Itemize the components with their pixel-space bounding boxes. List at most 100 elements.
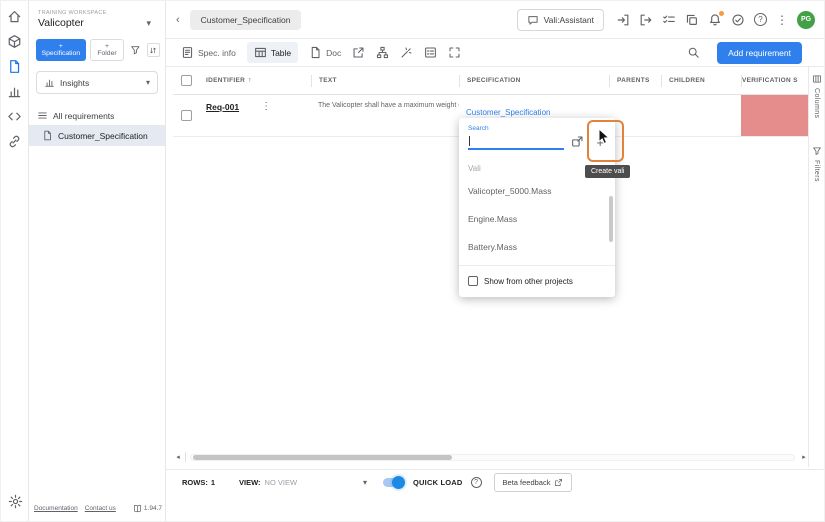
status-bar: ROWS: 1 VIEW: NO VIEW ▾ QUICK LOAD ? Bet… bbox=[166, 469, 824, 494]
create-vali-tooltip: Create vali bbox=[585, 165, 630, 178]
view-label: VIEW: bbox=[239, 478, 261, 487]
import-icon[interactable] bbox=[616, 13, 630, 27]
search-label: Search bbox=[468, 125, 606, 132]
add-specification-button[interactable]: + Specification bbox=[36, 39, 86, 61]
all-requirements-item[interactable]: All requirements bbox=[29, 106, 165, 125]
help-question-glyph: ? bbox=[758, 16, 762, 24]
show-other-projects-checkbox[interactable] bbox=[468, 276, 478, 286]
quick-load-help-icon[interactable]: ? bbox=[471, 477, 482, 488]
hierarchy-icon[interactable] bbox=[376, 46, 389, 59]
all-requirements-label: All requirements bbox=[53, 111, 114, 121]
topbar: ‹ Customer_Specification Vali:Assistant … bbox=[166, 1, 824, 39]
tab-customer-specification[interactable]: Customer_Specification bbox=[190, 10, 302, 30]
add-requirement-button[interactable]: Add requirement bbox=[717, 42, 802, 64]
spec-info-tab[interactable]: Spec. info bbox=[181, 46, 236, 59]
notifications-bell-icon[interactable] bbox=[708, 13, 722, 27]
vali-search-input[interactable] bbox=[468, 135, 564, 150]
workspace-modules-icon[interactable] bbox=[7, 34, 22, 49]
workspace-label: TRAINING WORKSPACE bbox=[38, 10, 157, 16]
workspace-chevron-icon[interactable]: ▾ bbox=[146, 18, 151, 29]
vali-option[interactable]: Engine.Mass bbox=[459, 205, 615, 233]
requirements-module-icon[interactable] bbox=[7, 59, 22, 74]
vali-option[interactable]: Valicopter_5000.Mass bbox=[459, 177, 615, 205]
table-header-row: IDENTIFIER ↑ TEXT SPECIFICATION PARENTS … bbox=[173, 67, 809, 95]
quick-load-toggle[interactable] bbox=[383, 478, 404, 487]
sort-asc-icon: ↑ bbox=[248, 77, 252, 84]
filters-panel-toggle[interactable]: Filters bbox=[812, 146, 822, 182]
assistant-label: Vali:Assistant bbox=[544, 15, 594, 25]
parents-cell[interactable] bbox=[609, 95, 661, 136]
vali-assistant-button[interactable]: Vali:Assistant bbox=[517, 9, 604, 31]
show-other-projects-row[interactable]: Show from other projects bbox=[459, 266, 615, 296]
quick-load-question-glyph: ? bbox=[474, 479, 478, 486]
vali-option[interactable]: Battery.Mass bbox=[459, 233, 615, 261]
table-view-tab[interactable]: Table bbox=[247, 42, 298, 63]
view-selector[interactable]: VIEW: NO VIEW ▾ bbox=[239, 478, 367, 487]
documentation-link[interactable]: Documentation bbox=[34, 505, 78, 512]
spec-tree-item[interactable]: Customer_Specification bbox=[29, 125, 165, 146]
doc-view-tab[interactable]: Doc bbox=[309, 46, 341, 59]
help-icon[interactable]: ? bbox=[754, 13, 767, 26]
row-checkbox[interactable] bbox=[181, 110, 192, 121]
doc-icon bbox=[309, 46, 322, 59]
insert-vali-icon[interactable] bbox=[571, 135, 584, 148]
sort-icon[interactable] bbox=[147, 43, 160, 57]
copy-items-icon[interactable] bbox=[685, 13, 699, 27]
app-root: TRAINING WORKSPACE Valicopter ▾ + Specif… bbox=[0, 0, 825, 522]
insights-chart-icon bbox=[44, 77, 55, 88]
beta-feedback-button[interactable]: Beta feedback bbox=[494, 473, 573, 492]
right-rail: Columns Filters bbox=[808, 67, 824, 467]
quick-load-label: QUICK LOAD bbox=[413, 478, 463, 487]
insights-panel-toggle[interactable]: Insights ▾ bbox=[36, 71, 158, 94]
settings-gear-icon[interactable] bbox=[8, 494, 23, 509]
version-info: 1.94.7 bbox=[133, 504, 162, 513]
verification-status-cell[interactable] bbox=[741, 95, 809, 136]
contact-link[interactable]: Contact us bbox=[85, 505, 116, 512]
export-view-icon[interactable] bbox=[352, 46, 365, 59]
user-avatar[interactable]: PG bbox=[797, 11, 815, 29]
column-header-text[interactable]: TEXT bbox=[311, 75, 459, 87]
requirement-text-cell[interactable]: The Valicopter shall have a maximum weig… bbox=[318, 102, 459, 109]
assistant-chat-icon bbox=[527, 14, 539, 26]
analytics-icon[interactable] bbox=[7, 84, 22, 99]
scripting-icon[interactable] bbox=[7, 109, 22, 124]
scroll-left-icon[interactable]: ◂ bbox=[173, 452, 183, 462]
filter-funnel-icon[interactable] bbox=[130, 44, 141, 56]
column-header-identifier[interactable]: IDENTIFIER ↑ bbox=[199, 75, 311, 87]
filters-label: Filters bbox=[813, 160, 820, 182]
columns-panel-toggle[interactable]: Columns bbox=[812, 74, 822, 118]
column-header-parents[interactable]: PARENTS bbox=[609, 75, 661, 87]
column-header-children[interactable]: CHILDREN bbox=[661, 75, 741, 87]
fullscreen-icon[interactable] bbox=[448, 46, 461, 59]
rows-value: 1 bbox=[211, 478, 215, 487]
add-folder-button[interactable]: + Folder bbox=[90, 39, 124, 61]
task-list-icon[interactable] bbox=[662, 13, 676, 27]
notification-badge bbox=[719, 11, 724, 16]
topbar-actions: Vali:Assistant ? ⋮ PG bbox=[517, 9, 815, 31]
collapse-sidebar-icon[interactable]: ‹ bbox=[174, 14, 182, 26]
more-menu-icon[interactable]: ⋮ bbox=[776, 13, 788, 27]
popup-scrollbar-thumb[interactable] bbox=[609, 196, 613, 242]
columns-label: Columns bbox=[813, 88, 820, 118]
children-cell[interactable] bbox=[661, 95, 741, 136]
form-view-icon[interactable] bbox=[424, 46, 437, 59]
specification-link[interactable]: Customer_Specification bbox=[466, 108, 550, 117]
export-icon[interactable] bbox=[639, 13, 653, 27]
connections-icon[interactable] bbox=[7, 134, 22, 149]
rows-label: ROWS: bbox=[182, 478, 208, 487]
select-all-checkbox[interactable] bbox=[181, 75, 192, 86]
columns-icon bbox=[812, 74, 822, 84]
sidebar-footer: Documentation Contact us 1.94.7 bbox=[34, 504, 162, 513]
magic-wand-icon[interactable] bbox=[400, 46, 413, 59]
requirement-link[interactable]: Req-001 bbox=[206, 102, 239, 112]
beta-feedback-label: Beta feedback bbox=[503, 478, 551, 487]
scrollbar-thumb[interactable] bbox=[193, 455, 452, 460]
home-icon[interactable] bbox=[7, 9, 22, 24]
column-header-verification[interactable]: VERIFICATION S bbox=[741, 75, 809, 87]
horizontal-scrollbar: ◂ ▸ bbox=[173, 451, 809, 463]
column-header-specification[interactable]: SPECIFICATION bbox=[459, 75, 609, 87]
scrollbar-track[interactable] bbox=[190, 454, 795, 461]
verification-check-icon[interactable] bbox=[731, 13, 745, 27]
search-icon[interactable] bbox=[687, 46, 700, 59]
row-menu-icon[interactable]: ⋮ bbox=[261, 102, 271, 112]
